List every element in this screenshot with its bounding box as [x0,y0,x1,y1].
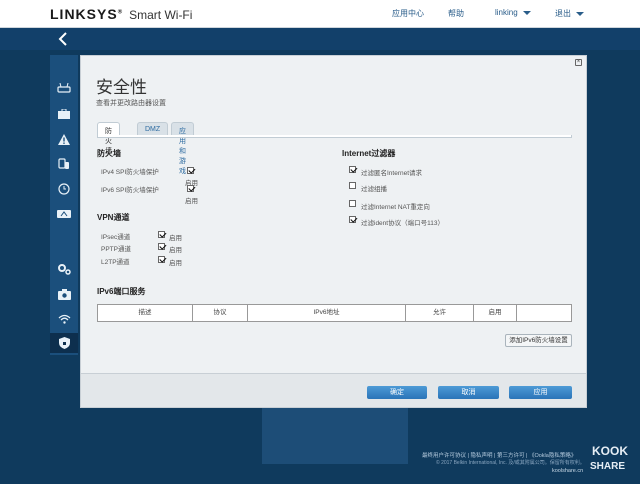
footer-links[interactable]: 最终用户许可协议 | 隐私声明 | 第三方许可 | 《Ookla隐私策略》 [422,451,576,459]
footer-copyright: © 2017 Belkin International, Inc. 及/或其附属… [436,460,585,466]
warning-icon[interactable] [50,129,78,149]
column-actions [517,305,571,321]
tab-dmz[interactable]: DMZ [137,122,169,136]
ipsec-enable-label: 启用 [169,235,182,242]
column-enabled: 启用 [474,305,517,321]
ipv6-spi-label: IPv6 SPI防火墙保护 [101,187,159,194]
l2tp-checkbox[interactable] [158,256,165,263]
background-panel [262,408,408,464]
user-name: linking [495,8,518,17]
wifi-icon[interactable] [50,309,78,329]
column-protocol: 协议 [193,305,248,321]
ipv6-ports-heading: IPv6端口服务 [97,287,146,296]
nav-help[interactable]: 帮助 [448,8,464,19]
speedometer-icon[interactable] [50,204,78,224]
ipsec-label: IPsec通道 [101,234,131,241]
tab-firewall[interactable]: 防火墙 [97,122,120,155]
l2tp-label: L2TP通道 [101,259,130,266]
router-icon[interactable] [50,78,78,98]
filter-nat-redirect-checkbox[interactable] [349,200,356,207]
top-bar: LINKSYS® Smart Wi-Fi 应用中心 帮助 linking 退出 [0,0,640,28]
filter-multicast-label: 过滤组播 [361,186,387,193]
ipsec-checkbox[interactable] [158,231,165,238]
filter-multicast-checkbox[interactable] [349,182,356,189]
internet-filter-heading: Internet过滤器 [342,149,396,158]
watermark-site: koolshare.cn [552,468,584,474]
brand-name: LINKSYS [50,6,118,22]
chevron-down-icon [522,10,531,15]
filter-ident-label: 过滤ident协议（端口号113） [361,220,444,227]
clock-icon[interactable] [50,179,78,199]
watermark-logo-line1: KOOK [592,444,628,458]
devices-icon[interactable] [50,154,78,174]
chevron-down-icon [576,11,584,16]
logout-label: 退出 [555,9,571,18]
tab-underline [97,135,572,138]
page-title: 安全性 [96,78,147,97]
ok-button[interactable]: 确定 [367,386,427,399]
security-dialog: × 安全性 查看并更改路由器设置 防火墙 DMZ 应用和游戏 防火墙 IPv4 … [80,55,587,408]
header-band [0,28,640,50]
brand-mark: ® [117,9,124,16]
l2tp-enable-label: 启用 [169,260,182,267]
watermark-logo-line2: SHARE [590,461,626,472]
filter-ident-checkbox[interactable] [349,216,356,223]
filter-anonymous-label: 过滤匿名Internet请求 [361,170,423,177]
filter-anonymous-checkbox[interactable] [349,166,356,173]
toolbox-icon[interactable] [50,104,78,124]
camera-icon[interactable] [50,284,78,304]
nav-app-center[interactable]: 应用中心 [392,8,424,19]
ipv4-spi-checkbox[interactable] [187,167,194,174]
nav-logout-menu[interactable]: 退出 [555,8,584,19]
page-subtitle: 查看并更改路由器设置 [96,100,166,107]
tab-apps-games[interactable]: 应用和游戏 [171,122,194,175]
security-shield-icon[interactable] [50,333,78,353]
product-name: Smart Wi-Fi [129,8,193,22]
column-ipv6-address: IPv6地址 [248,305,406,321]
pptp-checkbox[interactable] [158,243,165,250]
column-allow: 允许 [406,305,474,321]
add-ipv6-firewall-button[interactable]: 添加IPv6防火墙设置 [505,334,572,347]
close-icon[interactable]: × [575,59,582,66]
filter-nat-redirect-label: 过滤Internet NAT重定向 [361,204,430,211]
ipv4-spi-label: IPv4 SPI防火墙保护 [101,169,159,176]
vpn-heading: VPN通道 [97,213,130,222]
chevron-left-icon[interactable] [58,32,68,51]
nav-user-menu[interactable]: linking [495,8,531,17]
firewall-heading: 防火墙 [97,149,121,158]
cancel-button[interactable]: 取消 [438,386,499,399]
settings-gear-icon[interactable] [50,259,78,279]
ipv6-spi-checkbox[interactable] [187,185,194,192]
apply-button[interactable]: 应用 [509,386,572,399]
ipv6-ports-table: 描述 协议 IPv6地址 允许 启用 [97,304,572,322]
pptp-label: PPTP通道 [101,246,131,253]
ipv6-spi-enable-label: 启用 [185,198,198,205]
column-description: 描述 [98,305,193,321]
pptp-enable-label: 启用 [169,247,182,254]
brand-logo: LINKSYS® Smart Wi-Fi [50,6,192,22]
